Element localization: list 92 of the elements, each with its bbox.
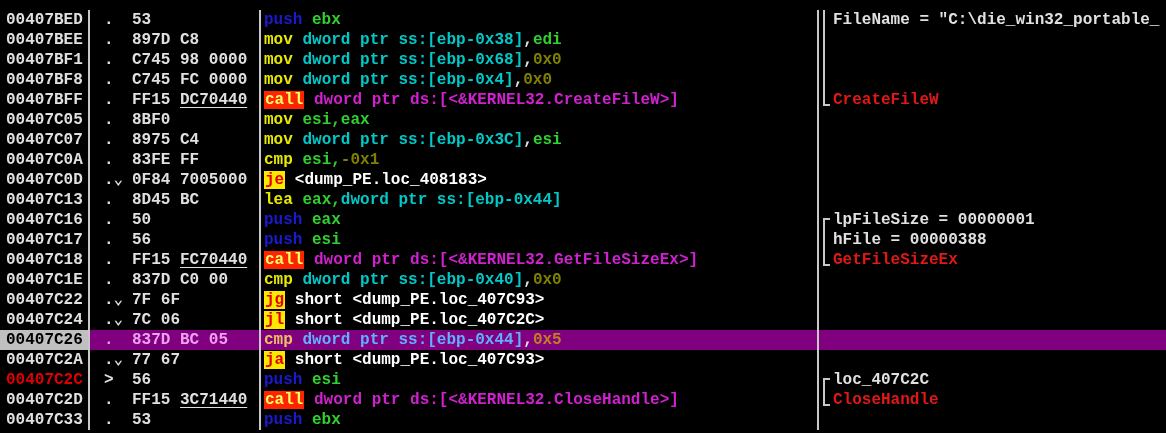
instruction: push ebx <box>264 11 341 29</box>
address-cell-text: 00407C0D <box>5 170 84 190</box>
instruction: cmp dword ptr ss:[ebp-0x40],0x0 <box>264 271 562 289</box>
instruction: push esi <box>264 231 341 249</box>
branch-marker: . <box>104 11 114 29</box>
bytes-cell: 83FE FF <box>132 151 200 169</box>
address-cell-text: 00407C2D <box>5 390 84 410</box>
branch-marker: . <box>104 271 114 289</box>
instruction: call dword ptr ds:[<&KERNEL32.CloseHandle>] <box>264 391 679 409</box>
comment-text: loc_407C2C <box>833 371 929 389</box>
address-cell-text: 00407C1E <box>5 270 84 290</box>
instruction: jl short <dump_PE.loc_407C2C> <box>264 311 545 329</box>
comment-text: lpFileSize = 00000001 <box>833 211 1035 229</box>
bytes-cell: 8975 C4 <box>132 131 200 149</box>
branch-marker: . <box>104 211 114 229</box>
instruction: mov dword ptr ss:[ebp-0x38],edi <box>264 31 562 49</box>
bytes-cell: 8D45 BC <box>132 191 200 209</box>
branch-marker: . <box>104 251 114 269</box>
instruction: je <dump_PE.loc_408183> <box>264 171 487 189</box>
comment-text: GetFileSizeEx <box>833 251 958 269</box>
address-cell-text: 00407C2C <box>5 370 84 390</box>
address-cell: 00407C26 <box>0 330 88 350</box>
instruction: mov dword ptr ss:[ebp-0x4],0x0 <box>264 71 553 89</box>
bytes-cell: 8BF0 <box>132 111 171 129</box>
comment-text: hFile = 00000388 <box>833 231 987 249</box>
instruction: mov dword ptr ss:[ebp-0x3C],esi <box>264 131 562 149</box>
bytes-cell: 837D BC 05 <box>132 331 229 349</box>
address-cell-text: 00407C16 <box>5 210 84 230</box>
branch-marker: .⌄ <box>104 171 124 189</box>
code-row[interactable]: 00407C26 . 837D BC 05 cmp dword ptr ss:[ebp-0x44],0x5 <box>0 330 1166 350</box>
address-cell-text: 00407C24 <box>5 310 84 330</box>
bytes-cell: 56 <box>132 231 152 249</box>
branch-marker: . <box>104 411 114 429</box>
address-cell-text: 00407C17 <box>5 230 84 250</box>
address-cell-text: 00407C05 <box>5 110 84 130</box>
bytes-cell: 53 <box>132 411 152 429</box>
branch-marker: . <box>104 151 114 169</box>
address-cell-text: 00407C13 <box>5 190 84 210</box>
instruction: ja short <dump_PE.loc_407C93> <box>264 351 545 369</box>
bytes-cell: C745 FC 0000 <box>132 71 248 89</box>
branch-marker: . <box>104 91 114 109</box>
bytes-cell: 897D C8 <box>132 31 200 49</box>
branch-marker: . <box>104 131 114 149</box>
branch-marker: . <box>104 391 114 409</box>
bytes-cell: FF15 3C71440 <box>132 391 248 409</box>
instruction: mov dword ptr ss:[ebp-0x68],0x0 <box>264 51 562 69</box>
branch-marker: .⌄ <box>104 351 124 369</box>
bytes-cell: 53 <box>132 11 152 29</box>
address-cell-text: 00407C33 <box>5 410 84 430</box>
bytes-cell: C745 98 0000 <box>132 51 248 69</box>
bytes-cell: 0F84 7005000 <box>132 171 248 189</box>
branch-marker: > <box>104 371 114 389</box>
instruction: cmp dword ptr ss:[ebp-0x44],0x5 <box>264 331 562 349</box>
address-cell-text: 00407C07 <box>5 130 84 150</box>
comment-text: CreateFileW <box>833 91 939 109</box>
comment-text: FileName = "C:\die_win32_portable_ <box>833 11 1160 29</box>
bytes-cell: 7F 6F <box>132 291 180 309</box>
instruction: mov esi,eax <box>264 111 370 129</box>
address-cell-text: 00407BFF <box>5 90 84 110</box>
address-cell-text: 00407BED <box>5 10 84 30</box>
address-cell-text: 00407C0A <box>5 150 84 170</box>
instruction: cmp esi,-0x1 <box>264 151 380 169</box>
branch-marker: . <box>104 111 114 129</box>
bytes-cell: 56 <box>132 371 152 389</box>
bytes-cell: 7C 06 <box>132 311 180 329</box>
branch-marker: . <box>104 191 114 209</box>
comment-text: CloseHandle <box>833 391 939 409</box>
instruction: push ebx <box>264 411 341 429</box>
address-cell-text: 00407C2A <box>5 350 84 370</box>
bytes-cell: FF15 DC70440 <box>132 91 248 109</box>
instruction: push eax <box>264 211 341 229</box>
bytes-cell: FF15 FC70440 <box>132 251 248 269</box>
instruction: jg short <dump_PE.loc_407C93> <box>264 291 545 309</box>
branch-marker: . <box>104 31 114 49</box>
address-cell-text: 00407C18 <box>5 250 84 270</box>
branch-marker: . <box>104 331 114 349</box>
address-cell-text: 00407BEE <box>5 30 84 50</box>
bytes-cell: 77 67 <box>132 351 180 369</box>
address-cell-text: 00407C22 <box>5 290 84 310</box>
instruction: call dword ptr ds:[<&KERNEL32.CreateFileW>] <box>264 91 679 109</box>
branch-marker: . <box>104 51 114 69</box>
instruction: lea eax,dword ptr ss:[ebp-0x44] <box>264 191 562 209</box>
branch-marker: .⌄ <box>104 291 124 309</box>
bytes-cell: 50 <box>132 211 152 229</box>
bytes-cell: 837D C0 00 <box>132 271 229 289</box>
instruction: push esi <box>264 371 341 389</box>
branch-marker: . <box>104 71 114 89</box>
instruction: call dword ptr ds:[<&KERNEL32.GetFileSizeEx>] <box>264 251 699 269</box>
address-cell-text: 00407BF1 <box>5 50 84 70</box>
branch-marker: .⌄ <box>104 311 124 329</box>
branch-marker: . <box>104 231 114 249</box>
address-cell-text: 00407BF8 <box>5 70 84 90</box>
